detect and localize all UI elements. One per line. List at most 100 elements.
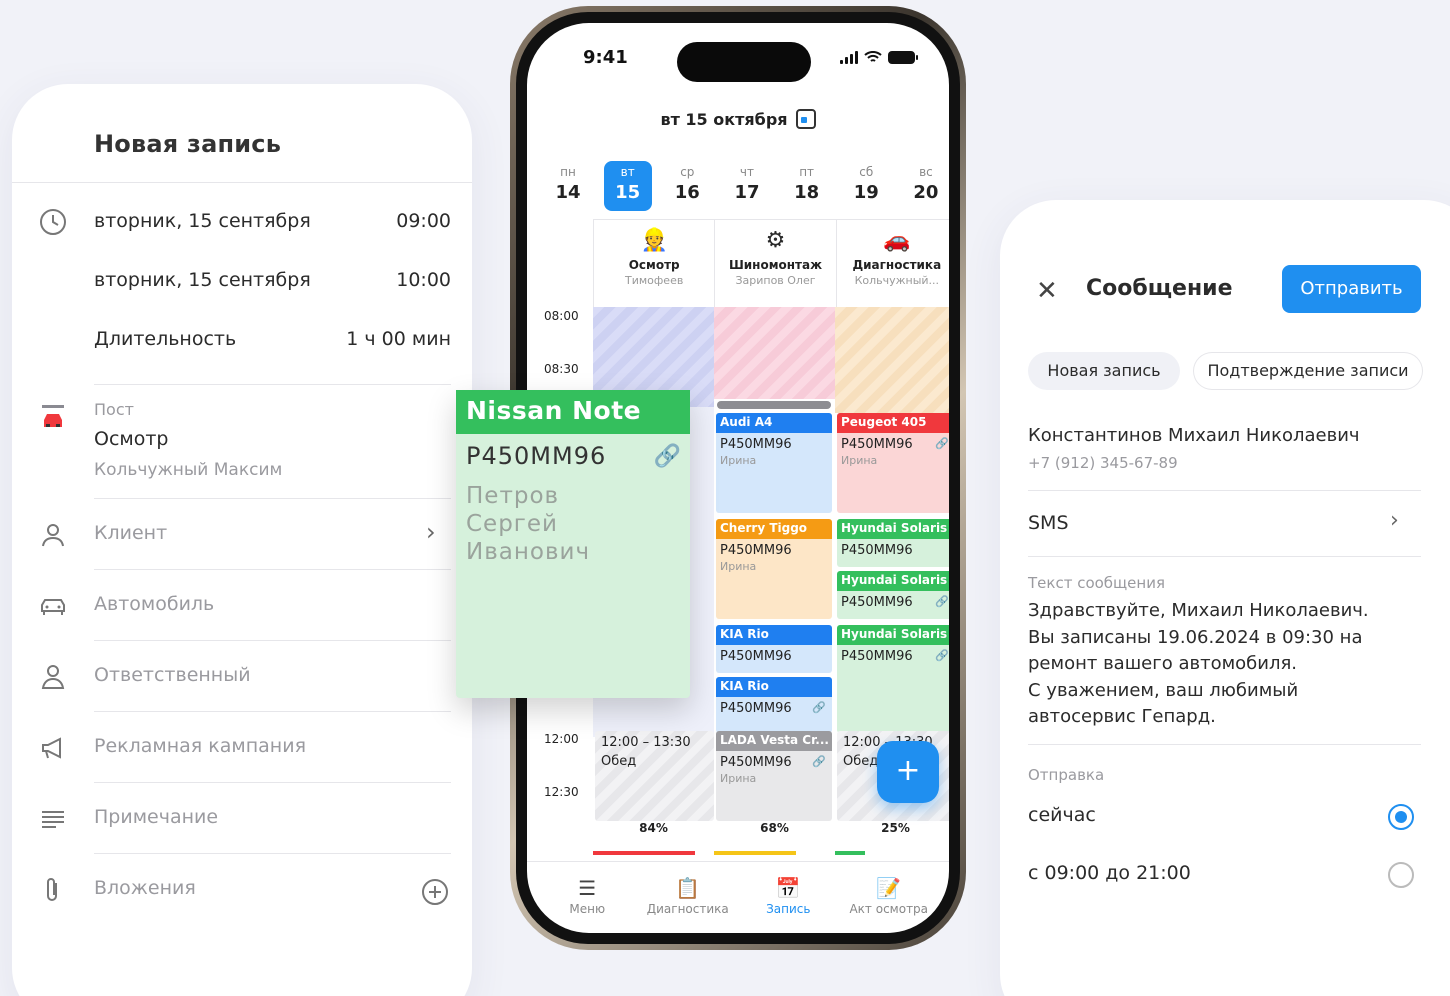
- chevron-right-icon[interactable]: ›: [426, 518, 436, 546]
- paperclip-icon: [47, 878, 57, 901]
- attachments-label[interactable]: Вложения: [94, 877, 196, 899]
- tab-diagnostics[interactable]: 📋 Диагностика: [638, 862, 739, 931]
- post-label: Пост: [94, 400, 134, 419]
- add-circle-icon[interactable]: [420, 877, 450, 907]
- event-kia-2[interactable]: KIA Rio Р450ММ96 🔗: [716, 677, 832, 733]
- car-lift-icon: 🚗: [883, 228, 911, 253]
- link-icon: 🔗: [935, 649, 949, 662]
- day-thu[interactable]: чт 17: [723, 161, 771, 211]
- channel-select[interactable]: SMS: [1028, 512, 1069, 534]
- start-date: вторник, 15 сентября: [94, 210, 311, 232]
- end-date: вторник, 15 сентября: [94, 269, 311, 291]
- calendar-header[interactable]: вт 15 октября: [527, 109, 949, 129]
- post-column-diagnostics[interactable]: 🚗 Диагностика Кольчужный...: [835, 220, 949, 307]
- template-chip-confirm[interactable]: Подтверждение записи: [1193, 352, 1423, 390]
- message-text[interactable]: Здравствуйте, Михаил Николаевич. Вы запи…: [1028, 598, 1428, 731]
- campaign-label[interactable]: Рекламная кампания: [94, 735, 306, 757]
- day-sun[interactable]: вс 20: [902, 161, 949, 211]
- lunch-break[interactable]: 12:00 – 13:30 Обед: [595, 731, 714, 821]
- divider: [94, 569, 451, 570]
- link-icon[interactable]: 🔗: [654, 444, 682, 469]
- day-mon[interactable]: пн 14: [544, 161, 592, 211]
- week-strip: пн 14 вт 15 ср 16 чт 17 пт 18 сб 19 вс 20: [544, 161, 949, 211]
- dragged-event-card[interactable]: Nissan Note Р450ММ96 🔗 Петров Сергей Иван…: [456, 390, 690, 698]
- divider: [94, 640, 451, 641]
- status-icons: [840, 51, 918, 64]
- time-label: 08:30: [544, 362, 579, 376]
- post-person: Кольчужный Максим: [94, 460, 283, 480]
- start-time: 09:00: [396, 210, 451, 232]
- event-solaris-2[interactable]: Hyundai Solaris Р450ММ96 🔗: [837, 571, 949, 619]
- document-icon: 📝: [876, 876, 902, 900]
- load-bar: [714, 851, 796, 855]
- link-icon: 🔗: [812, 755, 826, 768]
- day-tue-selected[interactable]: вт 15: [603, 161, 652, 211]
- option-now[interactable]: сейчас: [1028, 804, 1096, 826]
- tab-record[interactable]: 📅 Запись: [738, 862, 839, 931]
- load-percent: 84%: [639, 821, 668, 835]
- post-column-tires[interactable]: ⚙ Шиномонтаж Зарипов Олег: [714, 220, 835, 307]
- scroll-up-handle[interactable]: [717, 401, 831, 409]
- add-record-fab[interactable]: +: [877, 741, 939, 803]
- wifi-icon: [864, 51, 882, 62]
- status-time: 9:41: [583, 47, 628, 68]
- calendar-icon[interactable]: [795, 109, 816, 129]
- start-datetime[interactable]: вторник, 15 сентября 09:00: [94, 210, 451, 232]
- sending-label: Отправка: [1028, 766, 1105, 784]
- post-name[interactable]: Осмотр: [94, 428, 451, 450]
- day-fri[interactable]: пт 18: [783, 161, 831, 211]
- tab-inspection-act[interactable]: 📝 Акт осмотра: [839, 862, 940, 931]
- radio-window[interactable]: [1388, 862, 1414, 888]
- event-solaris-1[interactable]: Hyundai Solaris Р450ММ96: [837, 519, 949, 567]
- note-label[interactable]: Примечание: [94, 806, 218, 828]
- post-column-inspection[interactable]: 👷 Осмотр Тимофеев: [593, 220, 714, 307]
- client-label[interactable]: Клиент: [94, 522, 167, 544]
- header-date: вт 15 октября: [660, 110, 788, 129]
- event-solaris-3[interactable]: Hyundai Solaris Р450ММ96 🔗: [837, 625, 949, 733]
- megaphone-icon: [42, 737, 61, 759]
- divider: [94, 384, 451, 385]
- event-card-client: Петров Сергей Иванович: [466, 483, 591, 565]
- template-chip-new[interactable]: Новая запись: [1028, 352, 1180, 390]
- event-lada[interactable]: LADA Vesta Cr... Р450ММ96 🔗 Ирина: [716, 731, 832, 821]
- day-wed[interactable]: ср 16: [663, 161, 711, 211]
- duration-row[interactable]: Длительность 1 ч 00 мин: [94, 328, 451, 350]
- link-icon: 🔗: [935, 437, 949, 450]
- day-sat[interactable]: сб 19: [842, 161, 890, 211]
- message-card: ✕ Сообщение Отправить Новая запись Подтв…: [1000, 200, 1450, 996]
- event-card-plate: Р450ММ96 🔗: [466, 442, 682, 470]
- message-title: Сообщение: [1086, 276, 1233, 301]
- blocked-slot: [835, 307, 949, 413]
- posts-header: 👷 Осмотр Тимофеев ⚙ Шиномонтаж Зарипов Оле…: [593, 219, 949, 307]
- time-label: 12:30: [544, 785, 579, 799]
- option-window[interactable]: с 09:00 до 21:00: [1028, 862, 1191, 884]
- event-peugeot[interactable]: Peugeot 405 Р450ММ96 🔗 Ирина: [837, 413, 949, 513]
- car-label[interactable]: Автомобиль: [94, 593, 214, 615]
- new-record-card: Новая запись вторник, 15 сентября 09:00 …: [12, 84, 472, 996]
- event-audi[interactable]: Audi A4 Р450ММ96 Ирина: [716, 413, 832, 513]
- event-card-title: Nissan Note: [456, 390, 690, 434]
- event-kia-1[interactable]: KIA Rio Р450ММ96: [716, 625, 832, 673]
- mechanic-icon: 👷: [640, 228, 668, 253]
- menu-icon: ☰: [578, 876, 597, 900]
- radio-now[interactable]: [1388, 804, 1414, 830]
- tab-bar: ☰ Меню 📋 Диагностика 📅 Запись 📝 Акт осмотра: [527, 861, 949, 931]
- chevron-right-icon[interactable]: ›: [1390, 508, 1399, 533]
- person-icon: [42, 524, 64, 547]
- end-datetime[interactable]: вторник, 15 сентября 10:00: [94, 269, 451, 291]
- close-icon[interactable]: ✕: [1036, 276, 1058, 306]
- car-lift-icon: [42, 405, 64, 427]
- event-cherry[interactable]: Cherry Tiggo Р450ММ96 Ирина: [716, 519, 832, 619]
- client-phone: +7 (912) 345-67-89: [1028, 454, 1178, 472]
- car-icon: [41, 599, 65, 615]
- responsible-label[interactable]: Ответственный: [94, 664, 251, 686]
- divider: [12, 182, 472, 183]
- divider: [94, 853, 451, 854]
- load-percent: 25%: [881, 821, 910, 835]
- send-button[interactable]: Отправить: [1282, 265, 1421, 313]
- divider: [1028, 744, 1421, 745]
- worker-icon: [41, 665, 65, 689]
- tab-menu[interactable]: ☰ Меню: [537, 862, 638, 931]
- calendar-plus-icon: 📅: [775, 876, 801, 900]
- blocked-slot: [714, 307, 835, 399]
